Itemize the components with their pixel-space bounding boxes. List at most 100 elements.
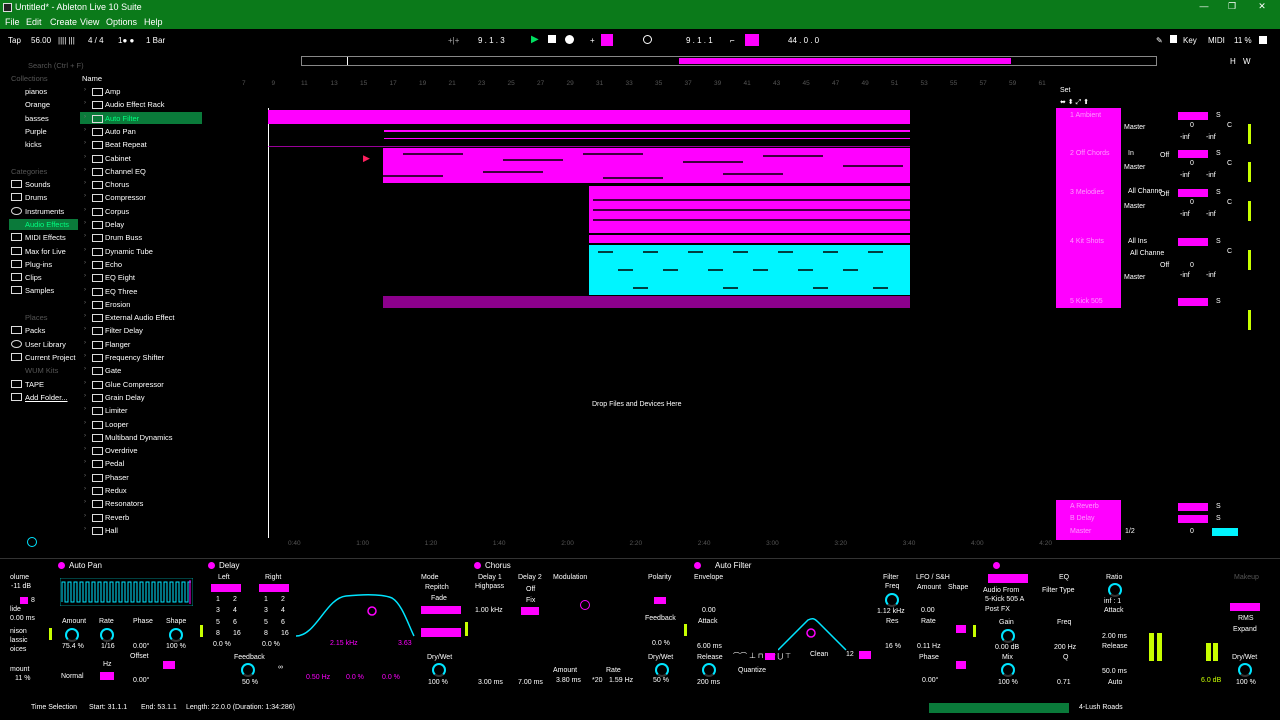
autofilter-filter-types[interactable]: ⌒⌒ ⊥ ⊓ ww ⋃ ⊤ <box>733 651 791 661</box>
autofilter-lfo-amount-value[interactable]: 0.00 <box>921 607 935 614</box>
return-track-name[interactable]: B Delay <box>1070 515 1095 522</box>
delay-sync-division[interactable]: 16 <box>233 630 241 637</box>
unison-mode[interactable]: lassic <box>10 637 28 644</box>
track-solo-button[interactable]: S <box>1216 150 1221 157</box>
track-crossfade[interactable]: C <box>1227 199 1232 206</box>
loop-start[interactable]: 9 . 1 . 1 <box>686 36 713 45</box>
octave-value[interactable]: 8 <box>31 597 35 604</box>
sidechain-toggle[interactable] <box>988 574 1028 583</box>
close-button[interactable]: ✕ <box>1252 1 1272 14</box>
autofilter-response-curve[interactable] <box>778 616 848 652</box>
expand-arrow-icon[interactable]: › <box>84 287 86 293</box>
browser-item[interactable]: Corpus <box>105 207 129 216</box>
compressor-output-value[interactable]: 6.0 dB <box>1201 677 1221 684</box>
browser-item[interactable]: Resonators <box>105 499 143 508</box>
browser-item[interactable]: Frequency Shifter <box>105 353 164 362</box>
tap-tempo-button[interactable]: Tap <box>8 36 21 45</box>
category-samples[interactable]: Samples <box>25 286 54 295</box>
help-view-button[interactable]: H <box>1230 57 1236 66</box>
expand-arrow-icon[interactable]: › <box>84 154 86 160</box>
compressor-power-icon[interactable] <box>993 562 1000 569</box>
browser-item[interactable]: Overdrive <box>105 446 138 455</box>
category-max-for-live[interactable]: Max for Live <box>25 247 66 256</box>
expand-arrow-icon[interactable]: › <box>84 87 86 93</box>
delay-left-offset[interactable]: 0.0 % <box>213 641 231 648</box>
delay-sync-division[interactable]: 1 <box>216 596 220 603</box>
metronome-toggle[interactable]: 1● ● <box>118 36 134 45</box>
delay-sync-division[interactable]: 5 <box>264 619 268 626</box>
return-track-name[interactable]: A Reverb <box>1070 503 1099 510</box>
place-wum-kits[interactable]: WUM Kits <box>25 366 58 375</box>
browser-item[interactable]: Channel EQ <box>105 167 146 176</box>
return-track-name[interactable]: Master <box>1070 528 1091 535</box>
expand-arrow-icon[interactable]: › <box>84 433 86 439</box>
compressor-sidechain-tap[interactable]: Post FX <box>985 606 1010 613</box>
browser-item[interactable]: EQ Eight <box>105 273 135 282</box>
chorus-polarity-button[interactable] <box>654 597 666 604</box>
autopan-sync-button[interactable] <box>100 672 114 680</box>
arrangement-overview[interactable] <box>301 56 1157 66</box>
compressor-auto-release[interactable]: Auto <box>1108 679 1122 686</box>
compressor-attack-value[interactable]: 2.00 ms <box>1102 633 1127 640</box>
menu-view[interactable]: View <box>80 17 99 27</box>
draw-mode-icon[interactable]: ✎ <box>1156 36 1163 45</box>
browser-item[interactable]: Echo <box>105 260 122 269</box>
browser-search[interactable]: Search (Ctrl + F) <box>28 61 84 70</box>
category-instruments[interactable]: Instruments <box>25 207 64 216</box>
category-midi-effects[interactable]: MIDI Effects <box>25 233 66 242</box>
browser-item[interactable]: Multiband Dynamics <box>105 433 173 442</box>
clip-ambient-automation[interactable] <box>268 126 910 148</box>
clip-ambient[interactable] <box>268 110 910 124</box>
collection-kicks[interactable]: kicks <box>25 140 42 149</box>
category-plug-ins[interactable]: Plug-ins <box>25 260 52 269</box>
browser-item[interactable]: Flanger <box>105 340 130 349</box>
expand-arrow-icon[interactable]: › <box>84 180 86 186</box>
chorus-delay2-mode[interactable] <box>521 607 539 615</box>
autopan-waveform-button[interactable] <box>163 661 175 669</box>
delay-feedback-knob[interactable] <box>241 663 255 677</box>
tempo-field[interactable]: 56.00 <box>31 36 51 45</box>
delay-sync-division[interactable]: 4 <box>281 607 285 614</box>
track-activator-button[interactable] <box>1178 298 1208 306</box>
place-user-library[interactable]: User Library <box>25 340 66 349</box>
place-tape[interactable]: TAPE <box>25 380 44 389</box>
track-solo-button[interactable]: S <box>1216 112 1221 119</box>
expand-arrow-icon[interactable]: › <box>84 127 86 133</box>
compressor-sc-mix-knob[interactable] <box>1001 663 1015 677</box>
browser-item[interactable]: Glue Compressor <box>105 380 164 389</box>
autopan-power-icon[interactable] <box>58 562 65 569</box>
expand-arrow-icon[interactable]: › <box>84 459 86 465</box>
delay-title[interactable]: Delay <box>219 561 239 570</box>
expand-arrow-icon[interactable]: › <box>84 247 86 253</box>
delay-sync-division[interactable]: 6 <box>281 619 285 626</box>
delay-sync-division[interactable]: 4 <box>233 607 237 614</box>
return-activator-button[interactable] <box>1178 503 1208 511</box>
expand-arrow-icon[interactable]: › <box>84 380 86 386</box>
delay-sync-division[interactable]: 1 <box>264 596 268 603</box>
track-name[interactable]: 1 Ambient <box>1070 112 1101 119</box>
browser-item[interactable]: External Audio Effect <box>105 313 175 322</box>
menu-help[interactable]: Help <box>144 17 163 27</box>
track-monitor-off[interactable]: Off <box>1160 191 1169 198</box>
track-input-channel[interactable]: All Channe <box>1130 250 1164 257</box>
delay-sync-division[interactable]: 8 <box>216 630 220 637</box>
track-name[interactable]: 4 Kit Shots <box>1070 238 1104 245</box>
track-nav-icons[interactable]: ⬌ ⬍ ⤢ ⬆ <box>1060 98 1089 107</box>
track-activator-button[interactable] <box>1178 150 1208 158</box>
compressor-rms-button[interactable]: RMS <box>1238 615 1254 622</box>
midi-map-button[interactable]: MIDI <box>1208 36 1225 45</box>
browser-item[interactable]: Amp <box>105 87 120 96</box>
autopan-mode[interactable]: Normal <box>61 673 84 680</box>
track-solo-button[interactable]: S <box>1216 298 1221 305</box>
autofilter-env-amount[interactable]: 0.00 <box>702 607 716 614</box>
collection-basses[interactable]: basses <box>25 114 49 123</box>
autofilter-sidechain-button[interactable] <box>956 661 966 669</box>
return-solo-button[interactable]: S <box>1216 503 1221 510</box>
delay-right-offset[interactable]: 0.0 % <box>262 641 280 648</box>
compressor-ratio-knob[interactable] <box>1108 583 1122 597</box>
track-name[interactable]: 3 Melodies <box>1070 189 1104 196</box>
track-input-type[interactable]: In <box>1128 150 1134 157</box>
key-map-button[interactable]: Key <box>1183 36 1197 45</box>
browser-item[interactable]: Gate <box>105 366 121 375</box>
track-input-type[interactable]: All Channe <box>1128 188 1162 195</box>
